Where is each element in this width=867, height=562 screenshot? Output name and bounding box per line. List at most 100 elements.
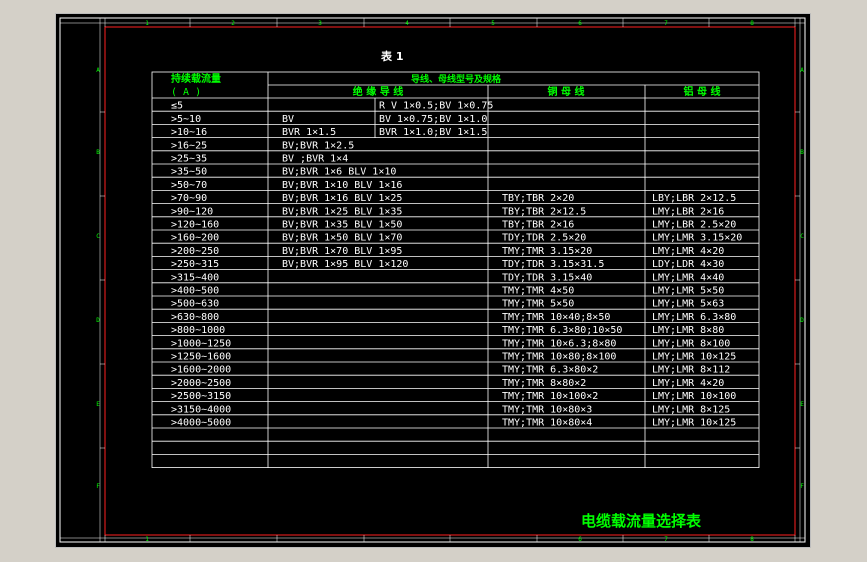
cell-current: >16~25 [171,140,207,151]
header-aluminum: 铝 母 线 [684,85,721,98]
row-letter-right: E [800,401,804,408]
cell-copper: TMY;TMR 8×80×2 [502,378,586,389]
header-current-unit: ( A ) [171,87,201,98]
cell-aluminum: LMY;LMR 4×40 [652,272,724,283]
cad-drawing: 1 2 3 4 5 6 7 8 A A B B C C D D E E F F 1 6 7 8 表 1 持续载流量 ( A … [59,17,806,543]
bottom-column-number: 8 [750,536,754,543]
header-copper: 铜 母 线 [548,85,585,98]
cell-aluminum: LMY;LBR 2.5×20 [652,220,736,231]
cell-current: >800~1000 [171,325,225,336]
cell-copper: TMY;TMR 10×80×4 [502,418,592,429]
cell-aluminum: LMY;LMR 10×125 [652,352,736,363]
row-letter-right: B [800,149,804,156]
cell-current: >500~630 [171,299,219,310]
cell-wire: BV;BVR 1×70 BLV 1×95 [282,246,402,257]
cell-aluminum: LDY;LDR 4×30 [652,259,724,270]
column-number: 7 [664,20,668,27]
cell-copper: TDY;TDR 3.15×40 [502,272,592,283]
cell-copper: TDY;TDR 2.5×20 [502,233,586,244]
cell-wire-alt: BV 1×0.75;BV 1×1.0 [379,114,487,125]
cell-copper: TMY;TMR 6.3×80×2 [502,365,598,376]
bottom-column-number: 7 [664,536,668,543]
cell-aluminum: LBY;LBR 2×12.5 [652,193,736,204]
cell-wire: BV [282,114,294,125]
cell-current: >160~200 [171,233,219,244]
drawing-title: 电缆载流量选择表 [581,512,702,530]
cell-current: >90~120 [171,206,213,217]
row-letter-left: C [96,233,100,240]
cell-current: >250~315 [171,259,219,270]
cell-aluminum: LMY;LMR 10×100 [652,391,736,402]
cell-aluminum: LMY;LMR 3.15×20 [652,233,742,244]
cell-copper: TMY;TMR 4×50 [502,286,574,297]
cell-current: >400~500 [171,286,219,297]
cell-aluminum: LMY;LMR 4×20 [652,378,724,389]
cell-current: >1600~2000 [171,365,231,376]
row-letter-left: A [96,67,100,74]
cell-wire: BVR 1×1.5 [282,127,336,138]
cell-current: >35~50 [171,167,207,178]
cell-copper: TBY;TBR 2×20 [502,193,574,204]
cell-current: >200~250 [171,246,219,257]
cell-current: ≤5 [171,101,183,112]
column-number: 4 [405,20,409,27]
cell-current: >5~10 [171,114,201,125]
cell-current: >4000~5000 [171,418,231,429]
cell-copper: TBY;TBR 2×16 [502,220,574,231]
column-number: 3 [318,20,322,27]
cell-wire: BV;BVR 1×50 BLV 1×70 [282,233,402,244]
row-letter-right: D [800,317,804,324]
cell-aluminum: LMY;LMR 8×112 [652,365,730,376]
cell-current: >25~35 [171,154,207,165]
cell-current: >10~16 [171,127,207,138]
cell-current: >70~90 [171,193,207,204]
cell-copper: TMY;TMR 10×80×3 [502,404,592,415]
cell-current: >630~800 [171,312,219,323]
cell-copper: TBY;TBR 2×12.5 [502,206,586,217]
cell-wire: BV;BVR 1×25 BLV 1×35 [282,206,402,217]
row-letter-left: B [96,149,100,156]
column-number: 5 [491,20,495,27]
cell-copper: TDY;TDR 3.15×31.5 [502,259,604,270]
cell-wire: BV;BVR 1×2.5 [282,140,354,151]
cable-table: 持续载流量 ( A ) 导线、母线型号及规格绝 缘 导 线 铜 母 线 铝 母 线 ≤5 R… [151,71,760,469]
cell-aluminum: LMY;LMR 10×125 [652,418,736,429]
row-letter-right: A [800,67,804,74]
column-number: 1 [145,20,149,27]
cell-wire: BV;BVR 1×10 BLV 1×16 [282,180,402,191]
header-current: 持续载流量 [171,72,221,85]
cell-copper: TMY;TMR 3.15×20 [502,246,592,257]
cell-copper: TMY;TMR 5×50 [502,299,574,310]
column-number: 8 [750,20,754,27]
cell-wire: BV;BVR 1×35 BLV 1×50 [282,220,402,231]
header-group: 导线、母线型号及规格 [411,73,502,85]
cell-wire-alt: BVR 1×1.0;BV 1×1.5 [379,127,487,138]
cell-copper: TMY;TMR 6.3×80;10×50 [502,325,622,336]
column-number: 6 [578,20,582,27]
row-letter-right: F [800,483,804,490]
cell-aluminum: LMY;LBR 2×16 [652,206,724,217]
cell-copper: TMY;TMR 10×100×2 [502,391,598,402]
cell-aluminum: LMY;LMR 4×20 [652,246,724,257]
header-insulated: 绝 缘 导 线 [353,85,403,98]
row-letter-left: D [96,317,100,324]
cell-wire: BV ;BVR 1×4 [282,154,348,165]
cell-aluminum: LMY;LMR 8×125 [652,404,730,415]
cell-aluminum: LMY;LMR 5×63 [652,299,724,310]
cell-copper: TMY;TMR 10×80;8×100 [502,352,616,363]
cell-wire-alt: R V 1×0.5;BV 1×0.75 [379,101,493,112]
drawing-canvas: 1 2 3 4 5 6 7 8 A A B B C C D D E E F F 1 6 7 8 表 1 持续载流量 ( A … [55,13,811,548]
cell-wire: BV;BVR 1×16 BLV 1×25 [282,193,402,204]
cell-aluminum: LMY;LMR 8×80 [652,325,724,336]
cell-wire: BV;BVR 1×95 BLV 1×120 [282,259,408,270]
cell-current: >1000~1250 [171,338,231,349]
cell-current: >120~160 [171,220,219,231]
cell-copper: TMY;TMR 10×6.3;8×80 [502,338,616,349]
row-letter-left: F [96,483,100,490]
bottom-column-number: 6 [578,536,582,543]
cell-current: >315~400 [171,272,219,283]
cell-current: >1250~1600 [171,352,231,363]
table-title: 表 1 [380,49,403,63]
top-zone-strip: 1 2 3 4 5 6 7 8 [60,18,805,27]
column-number: 2 [231,20,235,27]
